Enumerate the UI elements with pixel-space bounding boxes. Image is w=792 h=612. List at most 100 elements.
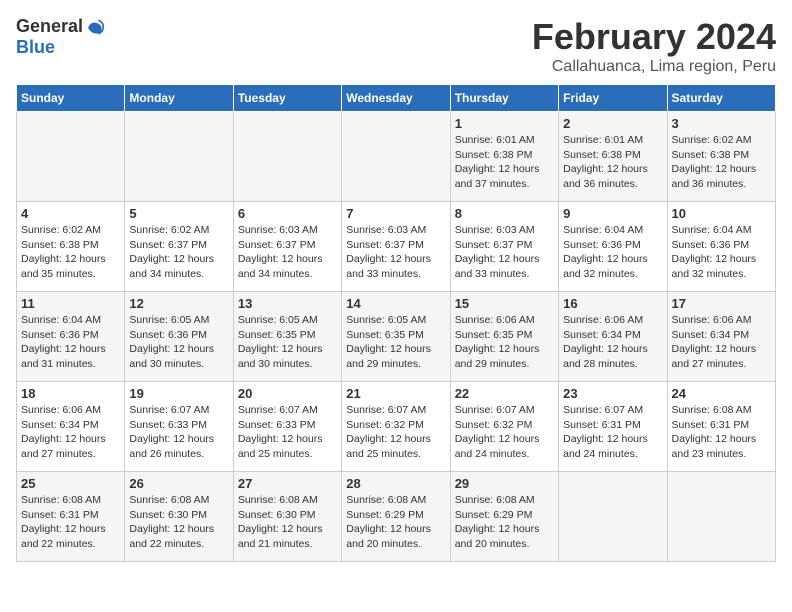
week-row-5: 25Sunrise: 6:08 AMSunset: 6:31 PMDayligh… <box>17 472 776 562</box>
day-info: Sunrise: 6:04 AMSunset: 6:36 PMDaylight:… <box>563 223 662 282</box>
calendar-cell: 16Sunrise: 6:06 AMSunset: 6:34 PMDayligh… <box>559 292 667 382</box>
day-info: Sunrise: 6:06 AMSunset: 6:34 PMDaylight:… <box>21 403 120 462</box>
calendar-cell <box>559 472 667 562</box>
day-number: 15 <box>455 296 554 311</box>
calendar-cell <box>233 112 341 202</box>
day-info: Sunrise: 6:07 AMSunset: 6:32 PMDaylight:… <box>455 403 554 462</box>
calendar-cell: 27 Sunrise: 6:08 AMSunset: 6:30 PMDayligh… <box>233 472 341 562</box>
day-info: Sunrise: 6:06 AMSunset: 6:35 PMDaylight:… <box>455 313 554 372</box>
calendar-cell <box>342 112 450 202</box>
title-section: February 2024 Callahuanca, Lima region, … <box>532 16 776 76</box>
day-info: Sunrise: 6:08 AMSunset: 6:29 PMDaylight:… <box>346 493 445 552</box>
day-info: Sunrise: 6:04 AMSunset: 6:36 PMDaylight:… <box>21 313 120 372</box>
day-info: Sunrise: 6:06 AMSunset: 6:34 PMDaylight:… <box>672 313 771 372</box>
day-number: 27 <box>238 476 337 491</box>
calendar-cell: 3 Sunrise: 6:02 AMSunset: 6:38 PMDaylight… <box>667 112 775 202</box>
week-row-2: 4 Sunrise: 6:02 AMSunset: 6:38 PMDaylight… <box>17 202 776 292</box>
calendar-cell: 17 Sunrise: 6:06 AMSunset: 6:34 PMDayligh… <box>667 292 775 382</box>
calendar-cell: 9 Sunrise: 6:04 AMSunset: 6:36 PMDaylight… <box>559 202 667 292</box>
day-number: 25 <box>21 476 120 491</box>
calendar-cell <box>667 472 775 562</box>
calendar-cell: 1Sunrise: 6:01 AMSunset: 6:38 PMDaylight… <box>450 112 558 202</box>
day-info: Sunrise: 6:05 AMSunset: 6:36 PMDaylight:… <box>129 313 228 372</box>
weekday-header-wednesday: Wednesday <box>342 85 450 112</box>
day-info: Sunrise: 6:07 AMSunset: 6:33 PMDaylight:… <box>129 403 228 462</box>
calendar-cell: 8 Sunrise: 6:03 AMSunset: 6:37 PMDaylight… <box>450 202 558 292</box>
day-number: 13 <box>238 296 337 311</box>
day-info: Sunrise: 6:02 AMSunset: 6:37 PMDaylight:… <box>129 223 228 282</box>
header: General Blue February 2024 Callahuanca, … <box>16 16 776 76</box>
day-number: 16 <box>563 296 662 311</box>
calendar-cell: 6 Sunrise: 6:03 AMSunset: 6:37 PMDaylight… <box>233 202 341 292</box>
calendar-cell: 25Sunrise: 6:08 AMSunset: 6:31 PMDayligh… <box>17 472 125 562</box>
day-number: 2 <box>563 116 662 131</box>
weekday-header-friday: Friday <box>559 85 667 112</box>
day-number: 24 <box>672 386 771 401</box>
day-number: 19 <box>129 386 228 401</box>
calendar-cell: 19 Sunrise: 6:07 AMSunset: 6:33 PMDayligh… <box>125 382 233 472</box>
day-number: 6 <box>238 206 337 221</box>
calendar-cell: 18 Sunrise: 6:06 AMSunset: 6:34 PMDayligh… <box>17 382 125 472</box>
day-number: 18 <box>21 386 120 401</box>
calendar-cell: 29Sunrise: 6:08 AMSunset: 6:29 PMDayligh… <box>450 472 558 562</box>
day-number: 22 <box>455 386 554 401</box>
day-number: 8 <box>455 206 554 221</box>
week-row-3: 11 Sunrise: 6:04 AMSunset: 6:36 PMDayligh… <box>17 292 776 382</box>
day-number: 14 <box>346 296 445 311</box>
day-info: Sunrise: 6:02 AMSunset: 6:38 PMDaylight:… <box>21 223 120 282</box>
calendar-cell: 12Sunrise: 6:05 AMSunset: 6:36 PMDayligh… <box>125 292 233 382</box>
day-number: 4 <box>21 206 120 221</box>
calendar-cell: 7 Sunrise: 6:03 AMSunset: 6:37 PMDaylight… <box>342 202 450 292</box>
day-number: 10 <box>672 206 771 221</box>
day-number: 3 <box>672 116 771 131</box>
day-info: Sunrise: 6:04 AMSunset: 6:36 PMDaylight:… <box>672 223 771 282</box>
calendar-cell: 20Sunrise: 6:07 AMSunset: 6:33 PMDayligh… <box>233 382 341 472</box>
day-info: Sunrise: 6:05 AMSunset: 6:35 PMDaylight:… <box>346 313 445 372</box>
weekday-header-tuesday: Tuesday <box>233 85 341 112</box>
day-number: 7 <box>346 206 445 221</box>
calendar-cell: 4 Sunrise: 6:02 AMSunset: 6:38 PMDaylight… <box>17 202 125 292</box>
day-info: Sunrise: 6:03 AMSunset: 6:37 PMDaylight:… <box>346 223 445 282</box>
weekday-header-sunday: Sunday <box>17 85 125 112</box>
month-title: February 2024 <box>532 16 776 58</box>
logo-general-text: General <box>16 16 83 37</box>
logo-blue-text: Blue <box>16 37 55 57</box>
logo: General Blue <box>16 16 105 58</box>
day-number: 11 <box>21 296 120 311</box>
day-number: 9 <box>563 206 662 221</box>
day-info: Sunrise: 6:01 AMSunset: 6:38 PMDaylight:… <box>563 133 662 192</box>
calendar-cell: 5 Sunrise: 6:02 AMSunset: 6:37 PMDaylight… <box>125 202 233 292</box>
day-info: Sunrise: 6:08 AMSunset: 6:31 PMDaylight:… <box>672 403 771 462</box>
day-number: 5 <box>129 206 228 221</box>
calendar-cell: 10 Sunrise: 6:04 AMSunset: 6:36 PMDayligh… <box>667 202 775 292</box>
calendar-cell: 28 Sunrise: 6:08 AMSunset: 6:29 PMDayligh… <box>342 472 450 562</box>
day-info: Sunrise: 6:02 AMSunset: 6:38 PMDaylight:… <box>672 133 771 192</box>
calendar-table: SundayMondayTuesdayWednesdayThursdayFrid… <box>16 84 776 562</box>
day-number: 26 <box>129 476 228 491</box>
calendar-cell: 26 Sunrise: 6:08 AMSunset: 6:30 PMDayligh… <box>125 472 233 562</box>
calendar-cell: 24 Sunrise: 6:08 AMSunset: 6:31 PMDayligh… <box>667 382 775 472</box>
calendar-cell: 15 Sunrise: 6:06 AMSunset: 6:35 PMDayligh… <box>450 292 558 382</box>
calendar-cell: 14 Sunrise: 6:05 AMSunset: 6:35 PMDayligh… <box>342 292 450 382</box>
day-number: 21 <box>346 386 445 401</box>
day-info: Sunrise: 6:03 AMSunset: 6:37 PMDaylight:… <box>455 223 554 282</box>
day-info: Sunrise: 6:08 AMSunset: 6:30 PMDaylight:… <box>129 493 228 552</box>
day-number: 17 <box>672 296 771 311</box>
calendar-cell <box>125 112 233 202</box>
day-number: 23 <box>563 386 662 401</box>
calendar-cell: 21Sunrise: 6:07 AMSunset: 6:32 PMDayligh… <box>342 382 450 472</box>
weekday-header-monday: Monday <box>125 85 233 112</box>
day-info: Sunrise: 6:01 AMSunset: 6:38 PMDaylight:… <box>455 133 554 192</box>
day-info: Sunrise: 6:08 AMSunset: 6:30 PMDaylight:… <box>238 493 337 552</box>
weekday-header-row: SundayMondayTuesdayWednesdayThursdayFrid… <box>17 85 776 112</box>
calendar-cell: 22 Sunrise: 6:07 AMSunset: 6:32 PMDayligh… <box>450 382 558 472</box>
day-number: 28 <box>346 476 445 491</box>
calendar-cell: 2 Sunrise: 6:01 AMSunset: 6:38 PMDaylight… <box>559 112 667 202</box>
week-row-1: 1Sunrise: 6:01 AMSunset: 6:38 PMDaylight… <box>17 112 776 202</box>
weekday-header-saturday: Saturday <box>667 85 775 112</box>
calendar-cell: 13Sunrise: 6:05 AMSunset: 6:35 PMDayligh… <box>233 292 341 382</box>
day-number: 20 <box>238 386 337 401</box>
day-info: Sunrise: 6:03 AMSunset: 6:37 PMDaylight:… <box>238 223 337 282</box>
location-title: Callahuanca, Lima region, Peru <box>532 58 776 76</box>
logo-icon <box>85 17 105 37</box>
